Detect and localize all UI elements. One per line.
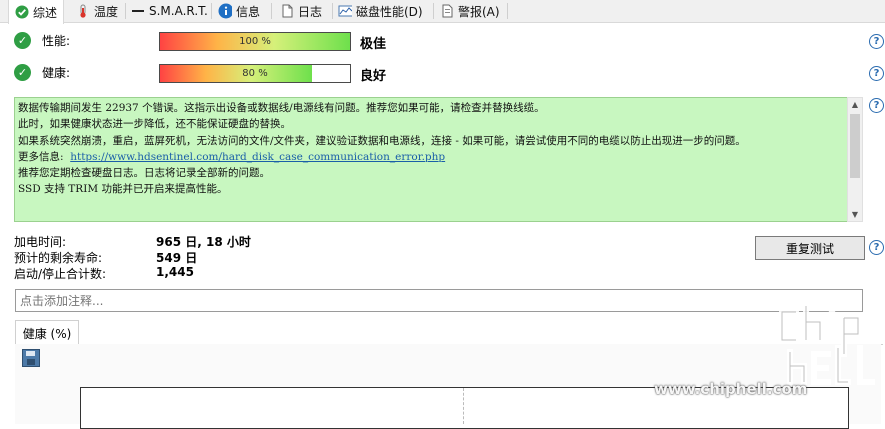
help-icon[interactable]: ? (869, 66, 884, 81)
remaining-life-label: 预计的剩余寿命: (14, 251, 103, 265)
comment-input[interactable] (16, 290, 862, 311)
tab-label: 磁盘性能(D) (356, 4, 423, 19)
tab-disk-performance[interactable]: 磁盘性能(D) (338, 0, 423, 22)
help-icon[interactable]: ? (869, 240, 884, 255)
tab-separator (507, 3, 508, 19)
tab-separator (211, 3, 212, 19)
save-icon[interactable] (22, 349, 40, 367)
message-line: 数据传输期间发生 22937 个错误。这指示出设备或数据线/电源线有问题。推荐您… (18, 102, 545, 114)
alert-icon (440, 4, 454, 18)
more-info-link[interactable]: https://www.hdsentinel.com/hard_disk_cas… (70, 151, 445, 163)
health-row: ✓ 健康: (14, 64, 70, 81)
more-info-label: 更多信息: (18, 150, 64, 163)
tab-info[interactable]: 信息 (218, 0, 260, 22)
chart-icon (338, 4, 352, 18)
performance-row: ✓ 性能: (14, 32, 70, 49)
message-line: 推荐您定期检查硬盘日志。日志将记录全部新的问题。 (18, 167, 270, 180)
chart-gridline (463, 388, 464, 424)
tab-label: 警报(A) (458, 4, 500, 19)
scroll-down-icon[interactable]: ▼ (848, 210, 862, 219)
tab-log[interactable]: 日志 (280, 0, 322, 22)
tab-separator (271, 3, 272, 19)
tab-summary[interactable]: 综述 (8, 0, 65, 24)
health-status: 良好 (360, 69, 387, 84)
performance-status: 极佳 (360, 37, 387, 52)
health-label: 健康: (42, 66, 71, 80)
help-icon[interactable]: ? (869, 34, 884, 49)
status-message-box: 数据传输期间发生 22937 个错误。这指示出设备或数据线/电源线有问题。推荐您… (14, 97, 848, 222)
help-icon[interactable]: ? (869, 98, 884, 113)
health-bar-text: 80 % (242, 68, 268, 79)
retest-button[interactable]: 重复测试 (755, 236, 865, 260)
performance-label: 性能: (42, 34, 71, 48)
message-line: 此时，如果健康状态进一步降低，还不能保证硬盘的替换。 (18, 118, 291, 131)
tab-health-chart[interactable]: 健康 (%) (15, 320, 79, 345)
tab-smart[interactable]: S.M.A.R.T. (131, 0, 208, 22)
info-icon (218, 3, 232, 19)
tab-label: 综述 (33, 5, 58, 20)
smart-dash-icon (131, 4, 145, 18)
start-stop-count-label: 启动/停止合计数: (14, 267, 107, 281)
tab-separator (125, 3, 126, 19)
check-circle-icon: ✓ (14, 32, 31, 49)
performance-bar-text: 100 % (239, 36, 271, 47)
status-message-text: 数据传输期间发生 22937 个错误。这指示出设备或数据线/电源线有问题。推荐您… (18, 100, 843, 198)
tab-temperature[interactable]: 温度 (76, 0, 118, 22)
tab-alerts[interactable]: 警报(A) (440, 0, 500, 22)
check-circle-icon (15, 5, 29, 19)
tab-label: S.M.A.R.T. (149, 4, 208, 18)
message-line: SSD 支持 TRIM 功能并已开启来提高性能。 (18, 183, 228, 196)
start-stop-count-value: 1,445 (156, 265, 194, 279)
power-on-time-label: 加电时间: (14, 235, 67, 249)
performance-bar: 100 % (159, 32, 351, 51)
chiphell-watermark-logo (779, 304, 875, 385)
scroll-up-icon[interactable]: ▲ (848, 100, 862, 109)
tab-separator (433, 3, 434, 19)
tab-separator (332, 3, 333, 19)
tab-label: 温度 (94, 4, 119, 19)
power-on-time-value: 965 日, 18 小时 (156, 235, 251, 249)
health-bar: 80 % (159, 64, 351, 83)
tab-label: 信息 (236, 4, 261, 19)
comment-field[interactable] (15, 289, 863, 312)
remaining-life-value: 549 日 (156, 251, 198, 265)
check-circle-icon: ✓ (14, 64, 31, 81)
message-scrollbar[interactable]: ▲ ▼ (847, 97, 863, 222)
document-icon (280, 4, 294, 18)
thermometer-icon (76, 4, 90, 18)
tab-bar: 综述 温度 S.M.A.R.T. 信息 日志 磁盘性能(D) 警报(A) (0, 0, 885, 24)
scrollbar-thumb[interactable] (850, 114, 860, 178)
chiphell-watermark-url: www.chiphell.com (654, 380, 808, 398)
message-line: 如果系统突然崩溃，重启，蓝屏死机，无法访问的文件/文件夹，建议验证数据和电源线，… (18, 134, 746, 147)
tab-label: 日志 (298, 4, 323, 19)
